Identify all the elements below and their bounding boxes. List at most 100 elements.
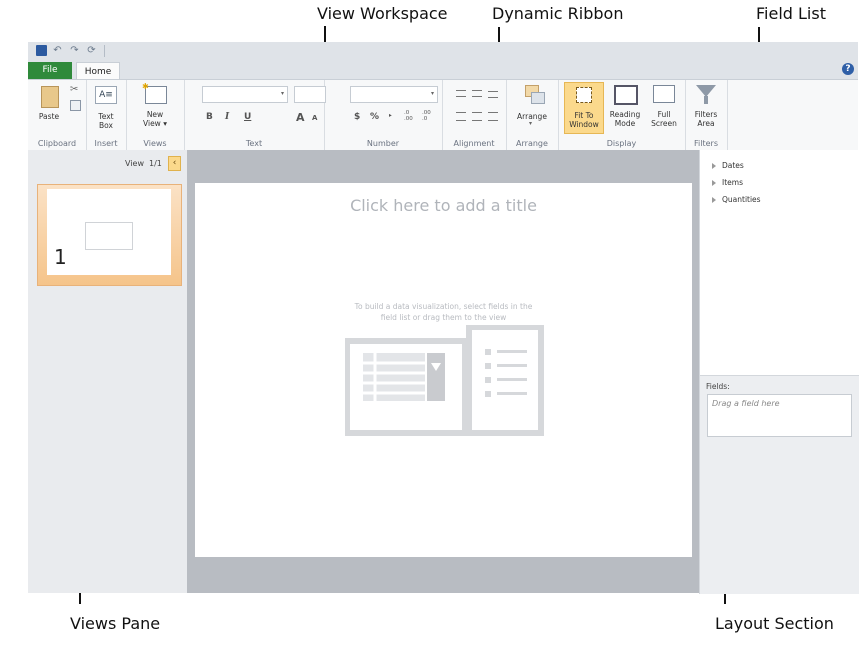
thumbnail-viz-icon bbox=[85, 222, 133, 250]
hint-line-1: To build a data visualization, select fi… bbox=[354, 302, 533, 311]
paste-label: Paste bbox=[38, 112, 60, 121]
reading-mode-icon bbox=[614, 85, 638, 105]
filters-area-button[interactable]: Filters Area bbox=[689, 83, 723, 131]
increase-decimal-button[interactable]: .0 .00 bbox=[404, 110, 418, 122]
field-item-label: Items bbox=[722, 178, 743, 187]
fields-drop-zone[interactable]: Drag a field here bbox=[707, 394, 852, 437]
filters-area-label-2: Area bbox=[697, 119, 715, 128]
callout-views-pane: Views Pane bbox=[70, 614, 161, 633]
callout-layout-section: Layout Section bbox=[715, 614, 834, 633]
field-item-quantities[interactable]: Quantities bbox=[712, 195, 761, 204]
field-item-dates[interactable]: Dates bbox=[712, 161, 744, 170]
font-size-dropdown[interactable] bbox=[294, 86, 326, 103]
view-thumbnail[interactable]: 1 bbox=[37, 184, 182, 286]
group-label-display: Display bbox=[606, 139, 637, 148]
group-label-text: Text bbox=[245, 139, 263, 148]
italic-button[interactable]: I bbox=[225, 112, 229, 122]
clipboard-icon bbox=[41, 86, 59, 108]
power-view-window: ↶ ↷ ⟳ File Home ? Paste ✂ Clipboard A≡ T… bbox=[28, 42, 859, 594]
reading-mode-label-2: Mode bbox=[614, 119, 636, 128]
expand-arrow-icon bbox=[712, 163, 716, 169]
field-item-label: Quantities bbox=[722, 195, 761, 204]
decrease-decimal-button[interactable]: .00 .0 bbox=[422, 110, 436, 122]
grow-font-button[interactable]: A bbox=[296, 111, 305, 124]
copy-icon[interactable] bbox=[70, 100, 81, 111]
callout-dynamic-ribbon: Dynamic Ribbon bbox=[492, 4, 624, 23]
expand-arrow-icon bbox=[712, 180, 716, 186]
save-icon[interactable] bbox=[36, 45, 47, 56]
align-middle-icon[interactable] bbox=[472, 90, 482, 97]
funnel-stem bbox=[704, 96, 708, 104]
fit-to-window-button[interactable]: Fit To Window bbox=[564, 82, 604, 134]
collapse-pane-button[interactable]: ‹ bbox=[168, 156, 181, 171]
percent-button[interactable]: % bbox=[370, 112, 379, 122]
tab-file[interactable]: File bbox=[28, 62, 72, 79]
paste-button[interactable]: Paste bbox=[34, 84, 64, 124]
group-number: ▾ $ % ‣ .0 .00 .00 .0 Number bbox=[324, 80, 443, 150]
group-clipboard: Paste ✂ Clipboard bbox=[28, 80, 87, 150]
group-filters: Filters Area Filters bbox=[685, 80, 728, 150]
filters-area-label-1: Filters bbox=[694, 110, 718, 119]
fit-to-window-label-1: Fit To bbox=[574, 111, 594, 120]
full-screen-label-2: Screen bbox=[651, 119, 677, 128]
chevron-down-icon: ▾ bbox=[529, 120, 533, 127]
qat-separator bbox=[104, 45, 105, 57]
callout-field-list: Field List bbox=[756, 4, 826, 23]
group-arrange: Arrange ▾ Arrange bbox=[506, 80, 559, 150]
group-label-filters: Filters bbox=[694, 139, 718, 148]
arrange-button[interactable]: Arrange ▾ bbox=[512, 84, 552, 128]
group-label-number: Number bbox=[366, 139, 400, 148]
align-center-icon[interactable] bbox=[472, 112, 482, 121]
align-left-icon[interactable] bbox=[456, 112, 466, 121]
bold-button[interactable]: B bbox=[206, 112, 213, 122]
text-box-icon: A≡ bbox=[95, 86, 117, 104]
align-right-icon[interactable] bbox=[488, 112, 498, 121]
fit-to-window-label-2: Window bbox=[569, 120, 599, 129]
shrink-font-button[interactable]: A bbox=[312, 114, 317, 122]
view-workspace: Click here to add a title To build a dat… bbox=[187, 150, 699, 593]
underline-button[interactable]: U bbox=[244, 112, 251, 122]
comma-button[interactable]: ‣ bbox=[388, 112, 392, 120]
field-list: Dates Items Quantities bbox=[699, 150, 859, 375]
fields-label: Fields: bbox=[706, 382, 730, 391]
view-canvas[interactable]: Click here to add a title To build a dat… bbox=[195, 183, 692, 557]
chevron-down-icon: ▾ bbox=[280, 90, 284, 97]
full-screen-icon bbox=[653, 85, 675, 103]
currency-button[interactable]: $ bbox=[354, 112, 360, 122]
new-view-label-1: New bbox=[146, 110, 164, 119]
refresh-icon[interactable]: ⟳ bbox=[86, 45, 97, 56]
field-item-label: Dates bbox=[722, 161, 744, 170]
view-label: View bbox=[125, 159, 144, 168]
reading-mode-label-1: Reading bbox=[609, 110, 641, 119]
number-format-dropdown[interactable]: ▾ bbox=[350, 86, 438, 103]
hint-line-2: field list or drag them to the view bbox=[380, 313, 507, 322]
field-item-items[interactable]: Items bbox=[712, 178, 743, 187]
full-screen-button[interactable]: Full Screen bbox=[646, 83, 682, 131]
thumbnail-number: 1 bbox=[54, 245, 67, 269]
title-placeholder[interactable]: Click here to add a title bbox=[195, 196, 692, 215]
text-box-label-1: Text bbox=[98, 112, 114, 121]
new-star-icon: ✱ bbox=[142, 82, 149, 91]
group-insert: A≡ Text Box Insert bbox=[86, 80, 127, 150]
expand-arrow-icon bbox=[712, 197, 716, 203]
quick-access-toolbar: ↶ ↷ ⟳ bbox=[28, 42, 858, 62]
font-family-dropdown[interactable]: ▾ bbox=[202, 86, 288, 103]
new-view-button[interactable]: ✱ New View ▾ bbox=[140, 82, 170, 128]
group-display: Fit To Window Reading Mode Full Screen D… bbox=[558, 80, 686, 150]
cut-icon[interactable]: ✂ bbox=[70, 84, 78, 95]
group-alignment: Alignment bbox=[442, 80, 507, 150]
empty-view-hint: To build a data visualization, select fi… bbox=[195, 301, 692, 323]
align-top-icon[interactable] bbox=[456, 90, 466, 97]
layout-section: Fields: Drag a field here bbox=[699, 375, 859, 594]
redo-icon[interactable]: ↷ bbox=[69, 45, 80, 56]
align-bottom-icon[interactable] bbox=[488, 91, 498, 98]
reading-mode-button[interactable]: Reading Mode bbox=[606, 83, 644, 131]
fit-to-window-icon bbox=[576, 87, 592, 103]
undo-icon[interactable]: ↶ bbox=[52, 45, 63, 56]
arrange-icon-back bbox=[531, 92, 545, 104]
group-label-clipboard: Clipboard bbox=[37, 139, 77, 148]
chevron-down-icon: ▾ bbox=[430, 90, 434, 97]
help-icon[interactable]: ? bbox=[842, 63, 854, 75]
new-view-label-2: View ▾ bbox=[143, 119, 167, 128]
text-box-button[interactable]: A≡ Text Box bbox=[92, 84, 120, 130]
